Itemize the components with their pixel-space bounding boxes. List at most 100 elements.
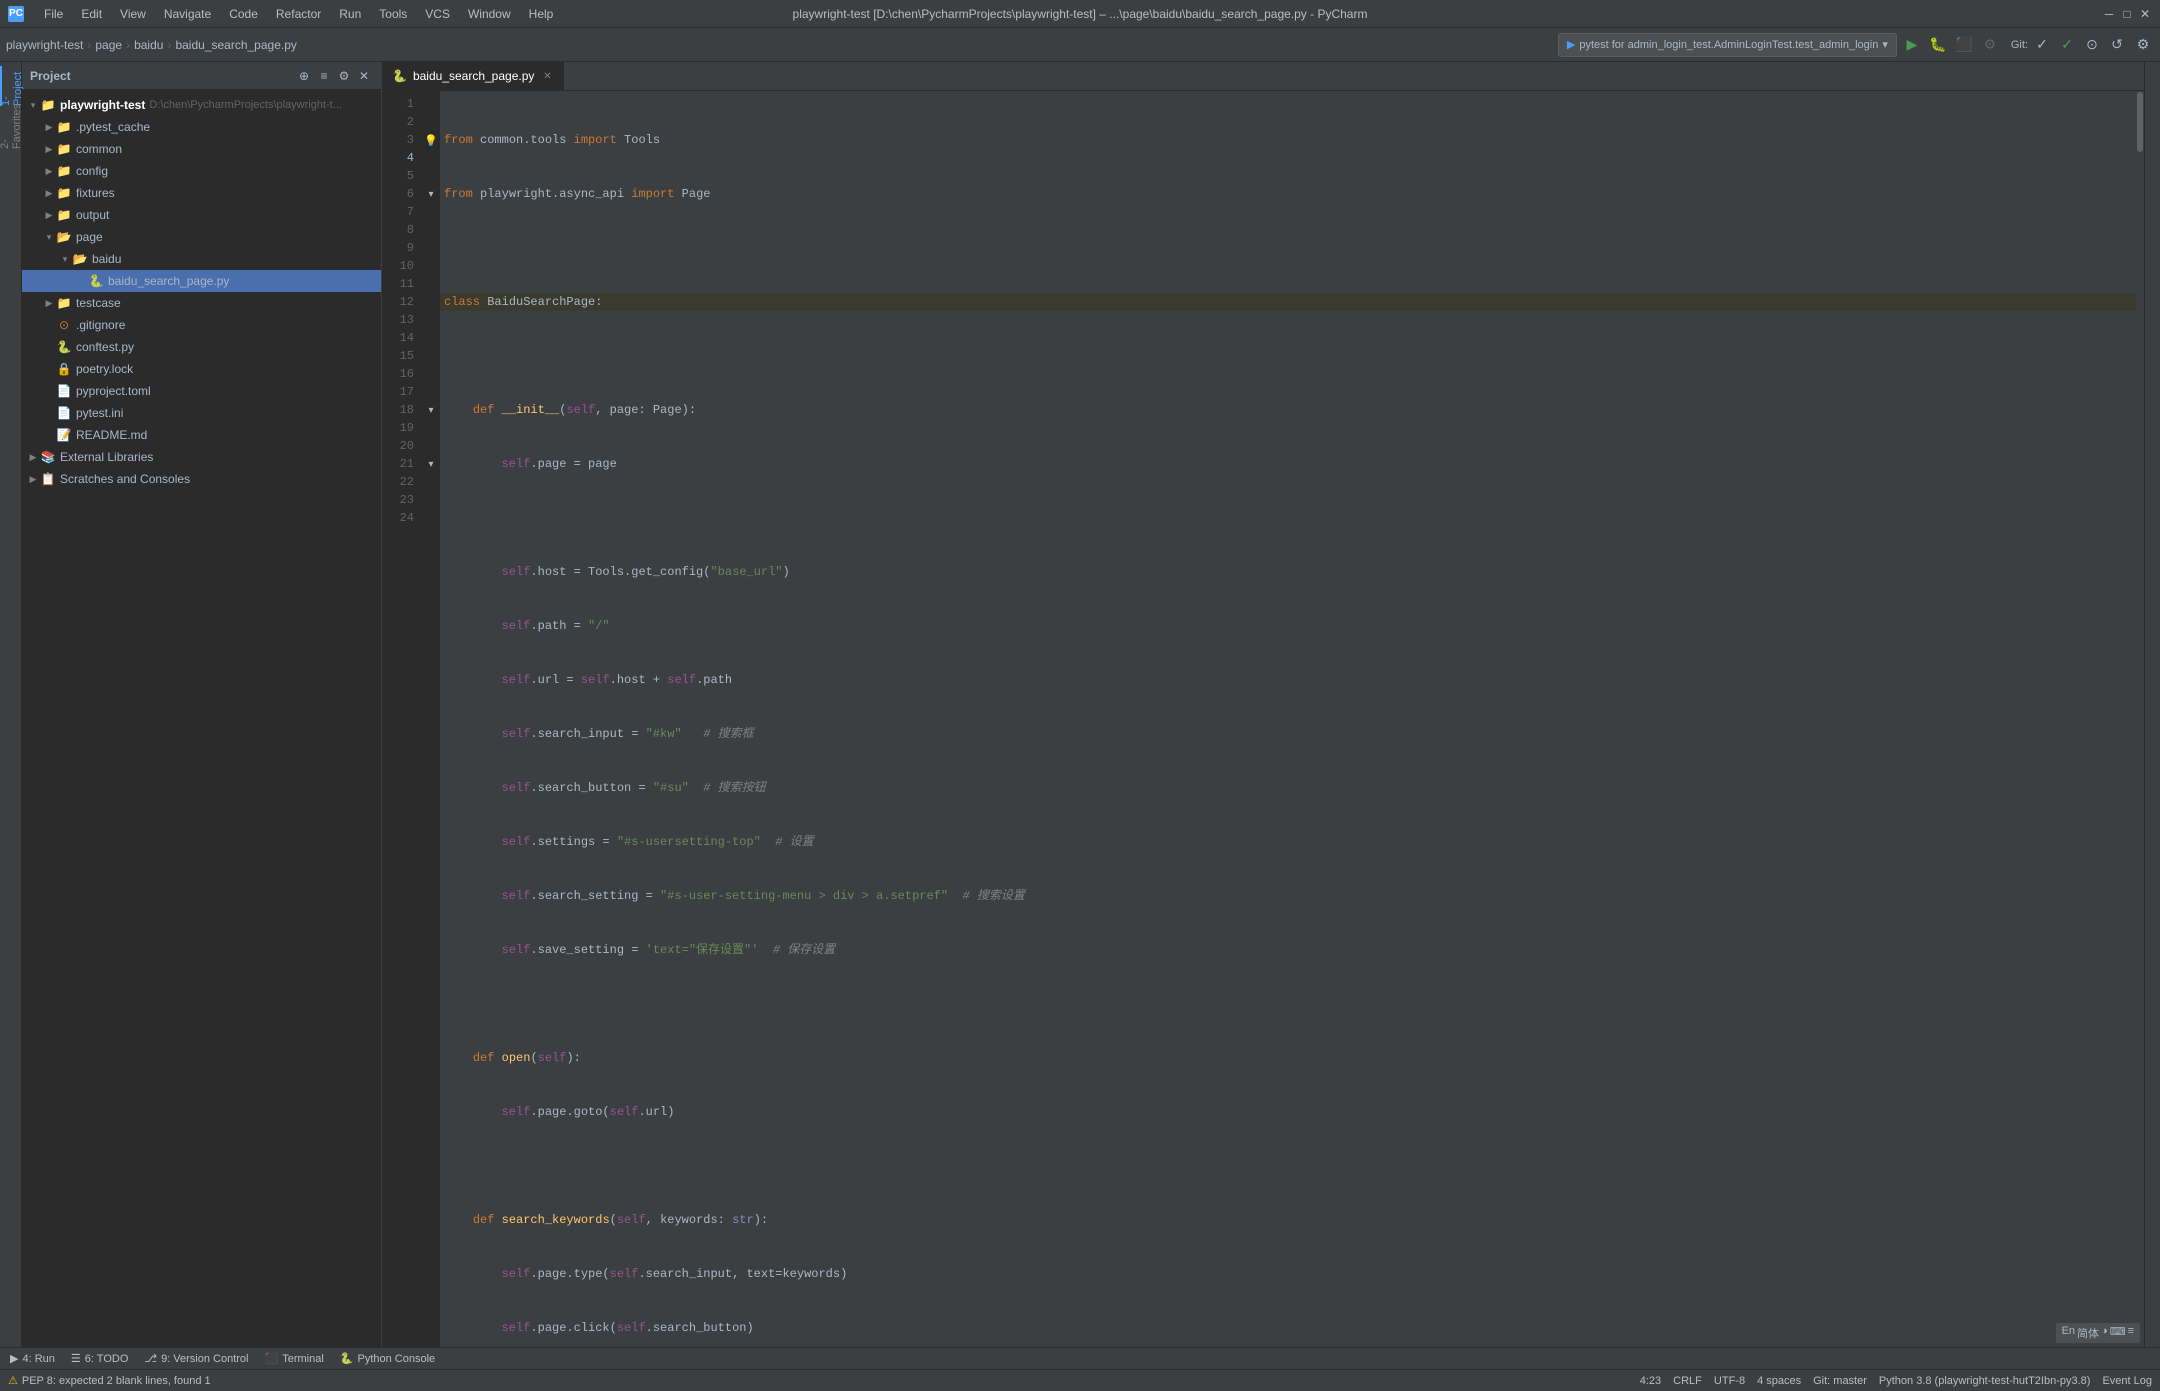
vertical-scrollbar[interactable] <box>2136 91 2144 1347</box>
activity-project[interactable]: 1-Project <box>0 66 22 106</box>
python-console-action-button[interactable]: 🐍 Python Console <box>336 1349 439 1369</box>
tree-arrow-output: ▶ <box>42 208 56 222</box>
git-update-button[interactable]: ✓ <box>2031 34 2053 56</box>
cursor-position[interactable]: 4:23 <box>1640 1375 1661 1387</box>
todo-action-button[interactable]: ☰ 6: TODO <box>67 1349 132 1369</box>
run-config-dropdown[interactable]: ▾ <box>1882 38 1888 51</box>
tree-item-testcase[interactable]: ▶ 📁 testcase <box>22 292 381 314</box>
maximize-button[interactable]: □ <box>2120 7 2134 21</box>
tree-item-baidu-search-page[interactable]: 🐍 baidu_search_page.py <box>22 270 381 292</box>
indent[interactable]: 4 spaces <box>1757 1375 1801 1387</box>
tree-item-page[interactable]: ▾ 📂 page <box>22 226 381 248</box>
git-label: Git: <box>2011 39 2028 51</box>
menu-run[interactable]: Run <box>331 5 369 23</box>
menu-file[interactable]: File <box>36 5 71 23</box>
git-rollback-button[interactable]: ↺ <box>2106 34 2128 56</box>
menu-navigate[interactable]: Navigate <box>156 5 219 23</box>
run-action-button[interactable]: ▶ 4: Run <box>6 1349 59 1369</box>
tree-item-scratches[interactable]: ▶ 📋 Scratches and Consoles <box>22 468 381 490</box>
tab-bar: 🐍 baidu_search_page.py ✕ <box>382 62 2144 91</box>
tree-item-common[interactable]: ▶ 📁 common <box>22 138 381 160</box>
code-line-9: self.host = Tools.get_config("base_url") <box>440 563 2136 581</box>
tree-item-gitignore[interactable]: ⊙ .gitignore <box>22 314 381 336</box>
terminal-action-label: Terminal <box>282 1353 324 1365</box>
tree-arrow-config: ▶ <box>42 164 56 178</box>
debug-button[interactable]: 🐛 <box>1927 34 1949 56</box>
ln-22: 22 <box>382 473 414 491</box>
editor-tab-baidu-search-page[interactable]: 🐍 baidu_search_page.py ✕ <box>382 62 565 90</box>
tree-item-fixtures[interactable]: ▶ 📁 fixtures <box>22 182 381 204</box>
code-line-12: self.search_input = "#kw" # 搜索框 <box>440 725 2136 743</box>
tree-item-readme[interactable]: 📝 README.md <box>22 424 381 446</box>
menu-help[interactable]: Help <box>521 5 562 23</box>
panel-close-button[interactable]: ✕ <box>355 67 373 85</box>
folder-icon: 📁 <box>40 97 56 113</box>
menu-view[interactable]: View <box>112 5 154 23</box>
close-button[interactable]: ✕ <box>2138 7 2152 21</box>
status-right: 4:23 CRLF UTF-8 4 spaces Git: master Pyt… <box>1640 1375 2152 1387</box>
panel-collapse-button[interactable]: ≡ <box>315 67 333 85</box>
panel-locate-button[interactable]: ⊕ <box>295 67 313 85</box>
line-ending[interactable]: CRLF <box>1673 1375 1702 1387</box>
tree-root[interactable]: ▾ 📁 playwright-test D:\chen\PycharmProje… <box>22 94 381 116</box>
menu-window[interactable]: Window <box>460 5 519 23</box>
code-line-10: self.path = "/" <box>440 617 2136 635</box>
breadcrumb-page[interactable]: page <box>95 38 122 52</box>
menu-code[interactable]: Code <box>221 5 266 23</box>
encoding[interactable]: UTF-8 <box>1714 1375 1745 1387</box>
tab-close-button[interactable]: ✕ <box>540 69 554 83</box>
tree-item-output[interactable]: ▶ 📁 output <box>22 204 381 226</box>
git-icon: ⊙ <box>56 317 72 333</box>
right-sidebar <box>2144 62 2160 1347</box>
run-configuration[interactable]: ▶ pytest for admin_login_test.AdminLogin… <box>1558 33 1897 57</box>
tree-item-poetry-lock[interactable]: 🔒 poetry.lock <box>22 358 381 380</box>
tree-arrow-fixtures: ▶ <box>42 186 56 200</box>
folder-icon: 📁 <box>56 119 72 135</box>
gutter-24 <box>422 509 440 527</box>
tree-item-external-libs[interactable]: ▶ 📚 External Libraries <box>22 446 381 468</box>
ln-15: 15 <box>382 347 414 365</box>
gutter-18[interactable]: ▾ <box>422 401 440 419</box>
tree-item-pytest-ini[interactable]: 📄 pytest.ini <box>22 402 381 424</box>
code-line-15: self.search_setting = "#s-user-setting-m… <box>440 887 2136 905</box>
tree-item-conftest[interactable]: 🐍 conftest.py <box>22 336 381 358</box>
app-window: PC File Edit View Navigate Code Refactor… <box>0 0 2160 1391</box>
tree-label-pyproject: pyproject.toml <box>76 384 151 398</box>
vcs-action-button[interactable]: ⎇ 9: Version Control <box>140 1349 252 1369</box>
stop-button[interactable]: ⬛ <box>1953 34 1975 56</box>
tree-label-common: common <box>76 142 122 156</box>
tree-label-readme: README.md <box>76 428 147 442</box>
settings-button[interactable]: ⚙ <box>2132 34 2154 56</box>
ime-indicator[interactable]: En 简体 ◑ ⌨ ≡ <box>2056 1323 2140 1343</box>
minimize-button[interactable]: ─ <box>2102 7 2116 21</box>
menu-refactor[interactable]: Refactor <box>268 5 329 23</box>
breadcrumb-project[interactable]: playwright-test <box>6 38 83 52</box>
breadcrumb-baidu[interactable]: baidu <box>134 38 163 52</box>
tree-label-pytest-cache: .pytest_cache <box>76 120 150 134</box>
ini-icon: 📄 <box>56 405 72 421</box>
git-commit-button[interactable]: ✓ <box>2056 34 2078 56</box>
menu-vcs[interactable]: VCS <box>417 5 458 23</box>
panel-settings-button[interactable]: ⚙ <box>335 67 353 85</box>
code-content[interactable]: from common.tools import Tools from play… <box>440 91 2136 1347</box>
python-interpreter[interactable]: Python 3.8 (playwright-test-hutT2Ibn-py3… <box>1879 1375 2091 1387</box>
tree-item-baidu[interactable]: ▾ 📂 baidu <box>22 248 381 270</box>
tree-arrow-root: ▾ <box>26 98 40 112</box>
vcs-status[interactable]: Git: master <box>1813 1375 1867 1387</box>
gutter-21[interactable]: ▾ <box>422 455 440 473</box>
gutter-6[interactable]: ▾ <box>422 185 440 203</box>
terminal-action-button[interactable]: ⬛ Terminal <box>261 1349 328 1369</box>
lightbulb-icon[interactable]: 💡 <box>424 134 438 147</box>
run-button[interactable]: ▶ <box>1901 34 1923 56</box>
git-history-button[interactable]: ⊙ <box>2081 34 2103 56</box>
menu-tools[interactable]: Tools <box>371 5 415 23</box>
event-log[interactable]: Event Log <box>2102 1375 2152 1387</box>
tree-item-config[interactable]: ▶ 📁 config <box>22 160 381 182</box>
scrollbar-thumb[interactable] <box>2137 92 2143 152</box>
tree-item-pytest-cache[interactable]: ▶ 📁 .pytest_cache <box>22 116 381 138</box>
menu-edit[interactable]: Edit <box>73 5 110 23</box>
tree-item-pyproject[interactable]: 📄 pyproject.toml <box>22 380 381 402</box>
build-button[interactable]: ⚙ <box>1979 34 2001 56</box>
activity-favorites[interactable]: 2-Favorites <box>0 106 22 146</box>
breadcrumb-file[interactable]: baidu_search_page.py <box>175 38 296 52</box>
